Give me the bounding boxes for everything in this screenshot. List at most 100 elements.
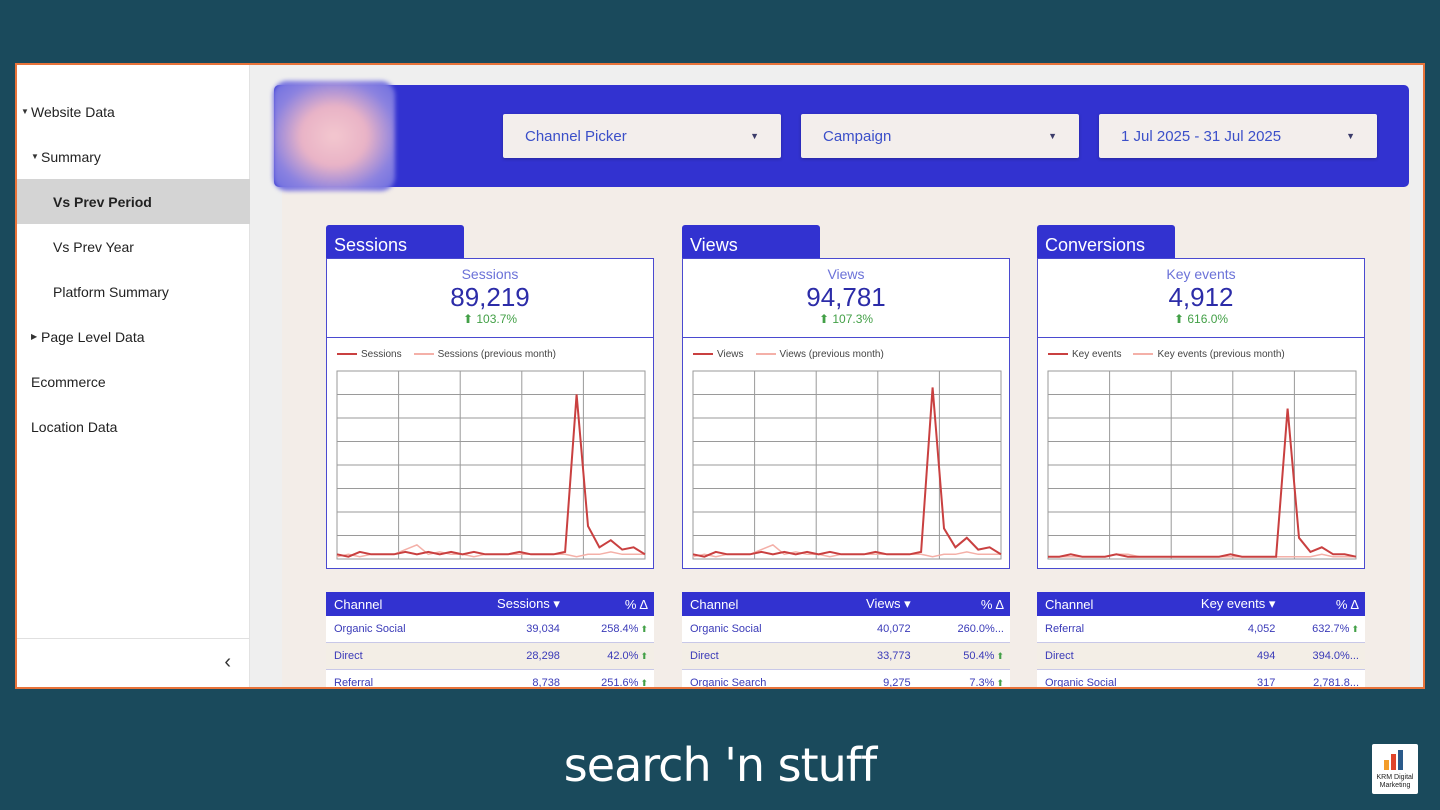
channel-cell: Direct bbox=[326, 642, 454, 670]
channel-cell: Organic Social bbox=[682, 616, 827, 643]
scorecard-value: 4,912 bbox=[1168, 282, 1234, 312]
arrow-up-icon: ⬆ bbox=[996, 678, 1004, 688]
sidebar-item-label: Vs Prev Period bbox=[53, 193, 152, 210]
sidebar: ▼ Website Data ▼ Summary Vs Prev Period Vs Pr… bbox=[17, 65, 277, 687]
table-row[interactable]: Direct 28,298 42.0% ⬆ bbox=[326, 642, 654, 670]
table-row[interactable]: Direct 494 394.0%... bbox=[1037, 642, 1365, 670]
column-header[interactable]: % Δ bbox=[1281, 592, 1365, 616]
delta-value: 107.3% bbox=[832, 312, 874, 326]
views-chart-svg bbox=[692, 370, 1002, 560]
table-row[interactable]: Referral 8,738 251.6% ⬆ bbox=[326, 669, 654, 687]
arrow-up-icon: ⬆ bbox=[996, 651, 1004, 661]
channel-picker-dropdown[interactable]: Channel Picker ▼ bbox=[503, 114, 781, 158]
sidebar-item-label: Summary bbox=[41, 148, 101, 165]
card-tab-conversions: Conversions bbox=[1037, 225, 1175, 259]
conversions-channel-table: Channel Key events ▾% Δ Referral 4,052 632.7… bbox=[1037, 592, 1365, 687]
sessions-card: Sessions Sessions 89,219 ⬆ 103.7% Sessio… bbox=[326, 225, 654, 687]
collapse-sidebar-button[interactable]: ‹ bbox=[224, 651, 231, 674]
brand-wordmark: search 'n stuff bbox=[563, 738, 877, 792]
sidebar-item-website-data[interactable]: ▼ Website Data bbox=[17, 89, 249, 134]
table-row[interactable]: Organic Social 40,072 260.0%... bbox=[682, 616, 1010, 643]
metric-cell: 317 bbox=[1158, 669, 1282, 687]
column-header[interactable]: Sessions ▾ bbox=[453, 592, 566, 616]
sidebar-item-vs-prev-period[interactable]: Vs Prev Period bbox=[17, 179, 277, 224]
conversions-card: Conversions Key events 4,912 ⬆ 616.0% Ke… bbox=[1037, 225, 1365, 687]
scorecard-value: 94,781 bbox=[806, 282, 886, 312]
table-row[interactable]: Organic Social 39,034 258.4% ⬆ bbox=[326, 616, 654, 643]
views-scorecard: Views 94,781 ⬆ 107.3% bbox=[682, 258, 1010, 338]
column-header[interactable]: Key events ▾ bbox=[1158, 592, 1282, 616]
blurred-logo-image bbox=[273, 81, 395, 191]
column-header[interactable]: % Δ bbox=[565, 592, 654, 616]
sidebar-nav: ▼ Website Data ▼ Summary Vs Prev Period Vs Pr… bbox=[17, 89, 277, 449]
delta-cell: 50.4% ⬆ bbox=[916, 642, 1010, 670]
report-header: Channel Picker ▼ Campaign ▼ 1 Jul 2025 -… bbox=[274, 85, 1409, 187]
sidebar-footer: ‹ bbox=[17, 638, 249, 687]
channel-cell: Referral bbox=[1037, 616, 1159, 643]
channel-picker-label: Channel Picker bbox=[525, 127, 627, 145]
sidebar-item-label: Ecommerce bbox=[31, 373, 106, 390]
card-tab-sessions: Sessions bbox=[326, 225, 464, 259]
views-card: Views Views 94,781 ⬆ 107.3% Views Views … bbox=[682, 225, 1010, 688]
app-frame: ▼ Website Data ▼ Summary Vs Prev Period Vs Pr… bbox=[15, 63, 1425, 689]
chart-grid bbox=[336, 370, 646, 560]
chart-grid bbox=[692, 370, 1002, 560]
column-header[interactable]: Channel bbox=[326, 592, 454, 616]
column-header[interactable]: Channel bbox=[1037, 592, 1159, 616]
scorecard-label: Sessions bbox=[461, 266, 519, 282]
delta-cell: 42.0% ⬆ bbox=[565, 642, 654, 670]
conversions-scorecard: Key events 4,912 ⬆ 616.0% bbox=[1037, 258, 1365, 338]
caret-down-icon[interactable]: ▼ bbox=[21, 107, 31, 116]
metric-cell: 9,275 bbox=[826, 669, 917, 687]
column-header[interactable]: Views ▾ bbox=[826, 592, 917, 616]
sidebar-item-summary[interactable]: ▼ Summary bbox=[17, 134, 249, 179]
series-line-current bbox=[1048, 408, 1357, 558]
caret-right-icon[interactable]: ▶ bbox=[31, 332, 41, 341]
table-row[interactable]: Direct 33,773 50.4% ⬆ bbox=[682, 642, 1010, 670]
metric-cell: 33,773 bbox=[826, 642, 917, 670]
sessions-channel-table: Channel Sessions ▾% Δ Organic Social 39,034… bbox=[326, 592, 654, 687]
sidebar-item-label: Location Data bbox=[31, 418, 118, 435]
scorecard-label: Key events bbox=[1166, 266, 1236, 282]
delta-cell: 632.7% ⬆ bbox=[1281, 616, 1365, 643]
table-row[interactable]: Referral 4,052 632.7% ⬆ bbox=[1037, 616, 1365, 643]
delta-cell: 394.0%... bbox=[1281, 642, 1365, 670]
channel-cell: Direct bbox=[682, 642, 827, 670]
arrow-up-icon: ⬆ bbox=[462, 312, 473, 326]
channel-cell: Organic Search bbox=[682, 669, 827, 687]
caret-down-icon[interactable]: ▼ bbox=[31, 152, 41, 161]
chevron-down-icon: ▼ bbox=[1346, 131, 1355, 141]
channel-cell: Organic Social bbox=[326, 616, 454, 643]
sidebar-item-label: Page Level Data bbox=[41, 328, 145, 345]
arrow-up-icon: ⬆ bbox=[640, 651, 648, 661]
series-line-current bbox=[336, 394, 646, 558]
sessions-scorecard: Sessions 89,219 ⬆ 103.7% bbox=[326, 258, 654, 338]
arrow-up-icon: ⬆ bbox=[1173, 312, 1184, 326]
campaign-dropdown[interactable]: Campaign ▼ bbox=[801, 114, 1079, 158]
column-header[interactable]: % Δ bbox=[916, 592, 1010, 616]
table-row[interactable]: Organic Search 9,275 7.3% ⬆ bbox=[682, 669, 1010, 688]
sidebar-item-location-data[interactable]: Location Data bbox=[17, 404, 249, 449]
conversions-chart-svg bbox=[1047, 370, 1357, 560]
metric-cell: 4,052 bbox=[1158, 616, 1282, 643]
sidebar-item-vs-prev-year[interactable]: Vs Prev Year bbox=[17, 224, 249, 269]
card-tab-views: Views bbox=[682, 225, 820, 259]
column-header[interactable]: Channel bbox=[682, 592, 827, 616]
views-channel-table: Channel Views ▾% Δ Organic Social 40,072 260… bbox=[682, 592, 1010, 688]
metric-cell: 40,072 bbox=[826, 616, 917, 643]
metric-cell: 39,034 bbox=[453, 616, 566, 643]
scorecard-delta: ⬆ 103.7% bbox=[327, 312, 653, 326]
series-line-current bbox=[692, 387, 1002, 558]
sidebar-item-platform-summary[interactable]: Platform Summary bbox=[17, 269, 249, 314]
channel-cell: Organic Social bbox=[1037, 669, 1159, 687]
scorecard-delta: ⬆ 107.3% bbox=[683, 312, 1009, 326]
report-canvas: Channel Picker ▼ Campaign ▼ 1 Jul 2025 -… bbox=[250, 65, 1423, 687]
table-row[interactable]: Organic Social 317 2,781.8... bbox=[1037, 669, 1365, 687]
sidebar-item-ecommerce[interactable]: Ecommerce bbox=[17, 359, 249, 404]
sidebar-item-page-level-data[interactable]: ▶ Page Level Data bbox=[17, 314, 249, 359]
channel-cell: Referral bbox=[326, 669, 454, 687]
delta-cell: 7.3% ⬆ bbox=[916, 669, 1010, 688]
scorecard-label: Views bbox=[827, 266, 865, 282]
views-line-chart: Views Views (previous month) bbox=[682, 337, 1010, 569]
date-range-picker[interactable]: 1 Jul 2025 - 31 Jul 2025 ▼ bbox=[1099, 114, 1377, 158]
